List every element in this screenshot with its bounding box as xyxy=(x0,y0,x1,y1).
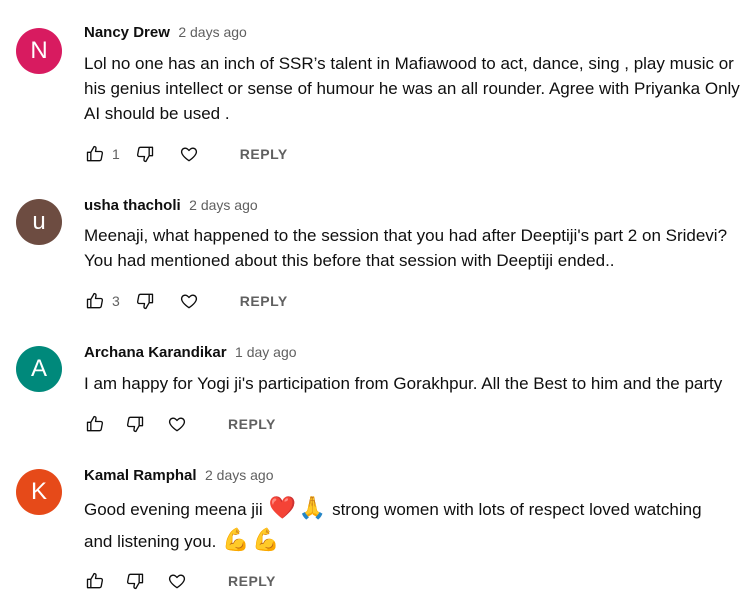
comment-author[interactable]: Nancy Drew xyxy=(84,24,170,41)
heart-outline-icon xyxy=(180,294,197,309)
thumb-down-icon xyxy=(136,293,153,310)
thumb-up-icon xyxy=(86,145,104,162)
flexed-biceps-emoji: 💪 xyxy=(252,528,280,553)
comment-text: Lol no one has an inch of SSR’s talent i… xyxy=(84,51,740,126)
flexed-biceps-emoji: 💪 xyxy=(222,528,250,553)
comment-author[interactable]: usha thacholi xyxy=(84,197,181,214)
comment-text-part: strong women with lots of respect loved … xyxy=(327,500,702,519)
heart-button[interactable] xyxy=(178,290,200,312)
reply-button[interactable]: REPLY xyxy=(228,416,276,432)
dislike-button[interactable] xyxy=(134,290,156,312)
like-button[interactable] xyxy=(84,413,106,435)
like-button[interactable] xyxy=(84,143,106,165)
comment-header: Nancy Drew 2 days ago xyxy=(84,24,247,42)
comment-time[interactable]: 1 day ago xyxy=(235,344,297,360)
comment-header: usha thacholi 2 days ago xyxy=(84,197,258,215)
heart-outline-icon xyxy=(168,574,186,589)
comment-actions: REPLY xyxy=(84,412,276,436)
avatar[interactable]: A xyxy=(16,346,62,392)
comment-header: Archana Karandikar 1 day ago xyxy=(84,344,297,362)
comment-text-line: Meenaji, what happened to the session th… xyxy=(84,226,728,245)
comment-header: Kamal Ramphal 2 days ago xyxy=(84,467,274,485)
comment-text-line: I am happy for Yogi ji's participation f… xyxy=(84,374,723,393)
dislike-button[interactable] xyxy=(124,413,146,435)
comment-text: I am happy for Yogi ji's participation f… xyxy=(84,371,722,396)
comment-text-part: and listening you. xyxy=(84,532,222,551)
comment-actions: 1 REPLY xyxy=(84,142,288,166)
avatar[interactable]: u xyxy=(16,199,62,245)
comment-actions: 3 REPLY xyxy=(84,289,288,313)
heart-button[interactable] xyxy=(166,570,188,592)
thumb-down-icon xyxy=(136,146,153,163)
reply-button[interactable]: REPLY xyxy=(240,293,288,309)
thumb-up-icon xyxy=(86,292,104,309)
comment-author[interactable]: Archana Karandikar xyxy=(84,344,227,361)
comment-time[interactable]: 2 days ago xyxy=(189,197,258,213)
like-button[interactable] xyxy=(84,290,106,312)
heart-outline-icon xyxy=(180,147,197,162)
like-count: 1 xyxy=(112,146,120,162)
avatar[interactable]: N xyxy=(16,28,62,74)
heart-emoji: ❤️ xyxy=(268,496,297,521)
dislike-button[interactable] xyxy=(134,143,156,165)
comment-text: Meenaji, what happened to the session th… xyxy=(84,223,727,273)
avatar[interactable]: K xyxy=(16,469,62,515)
folded-hands-emoji: 🙏 xyxy=(298,496,327,521)
reply-button[interactable]: REPLY xyxy=(240,146,288,162)
comment-text: Good evening meena jii ❤️ 🙏 strong women … xyxy=(84,493,702,557)
like-count: 3 xyxy=(112,293,120,309)
comment-text-line: You had mentioned about this before that… xyxy=(84,251,615,270)
comment-text-part: Good evening meena jii xyxy=(84,500,268,519)
comment-text-line: Good evening meena jii ❤️ 🙏 strong women … xyxy=(84,493,702,525)
heart-button[interactable] xyxy=(178,143,200,165)
comment-author[interactable]: Kamal Ramphal xyxy=(84,467,197,484)
comment-text-line: and listening you. 💪 💪 xyxy=(84,525,702,557)
like-button[interactable] xyxy=(84,570,106,592)
thumb-down-icon xyxy=(126,416,144,433)
comment-text-line: AI should be used . xyxy=(84,104,230,123)
thumb-down-icon xyxy=(126,573,144,590)
comment-text-line: his genius intellect or sense of humour … xyxy=(84,79,740,98)
thumb-up-icon xyxy=(86,415,104,432)
comment-time[interactable]: 2 days ago xyxy=(205,467,274,483)
comment-text-line: Lol no one has an inch of SSR’s talent i… xyxy=(84,54,734,73)
thumb-up-icon xyxy=(86,572,104,589)
reply-button[interactable]: REPLY xyxy=(228,573,276,589)
heart-outline-icon xyxy=(168,417,186,432)
heart-button[interactable] xyxy=(166,413,188,435)
comment-actions: REPLY xyxy=(84,569,276,593)
dislike-button[interactable] xyxy=(124,570,146,592)
comment-time[interactable]: 2 days ago xyxy=(178,24,247,40)
